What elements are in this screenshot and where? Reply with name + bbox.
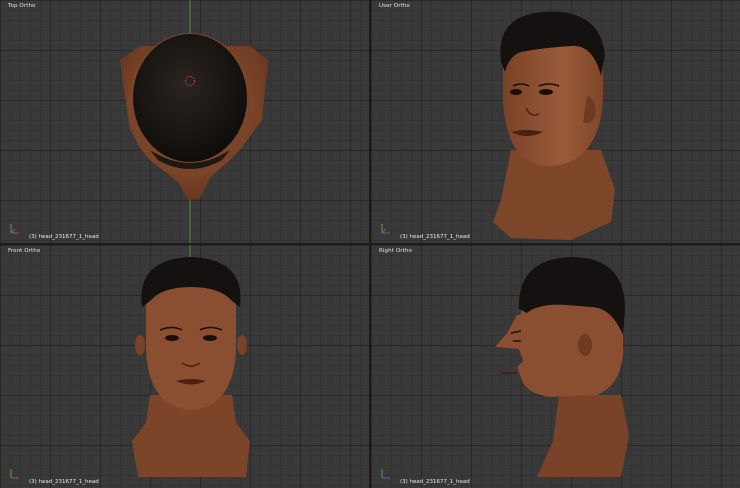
viewport-title: User Ortho	[379, 3, 410, 9]
head-model-user-view[interactable]	[371, 0, 740, 243]
ear	[578, 334, 592, 356]
active-object-label: (3) head_231677_1_head	[400, 479, 470, 485]
axis-gizmo-icon	[10, 224, 19, 234]
left-eye	[165, 335, 179, 341]
active-object-label: (3) head_231677_1_head	[29, 479, 99, 485]
axis-gizmo-icon	[381, 469, 390, 479]
axis-gizmo-icon	[10, 469, 19, 479]
axis-gizmo-icon	[381, 224, 390, 234]
right-eye	[203, 335, 217, 341]
head-model-front-view[interactable]	[0, 245, 369, 488]
hair-top	[133, 34, 247, 162]
right-eye	[539, 89, 553, 95]
viewport-title: Front Ortho	[8, 248, 41, 254]
viewport-title: Right Ortho	[379, 248, 412, 254]
left-eye	[510, 89, 522, 95]
head-model-right-view[interactable]	[371, 245, 740, 488]
viewport-front-ortho[interactable]: Front Ortho (3) head_231677_1_head	[0, 245, 369, 488]
quad-view: Top Ortho (3) head_231677_1_head User Or…	[0, 0, 740, 488]
right-ear	[237, 335, 247, 355]
active-object-label: (3) head_231677_1_head	[29, 234, 99, 240]
viewport-top-ortho[interactable]: Top Ortho (3) head_231677_1_head	[0, 0, 369, 243]
viewport-user-ortho[interactable]: User Ortho (3) head_231677_1_head	[371, 0, 740, 243]
active-object-label: (3) head_231677_1_head	[400, 234, 470, 240]
viewport-title: Top Ortho	[8, 3, 36, 9]
neck	[537, 395, 629, 477]
viewport-right-ortho[interactable]: Right Ortho (3) head_231677_1_head	[371, 245, 740, 488]
left-ear	[135, 335, 145, 355]
head-model-top-view[interactable]	[0, 0, 369, 243]
